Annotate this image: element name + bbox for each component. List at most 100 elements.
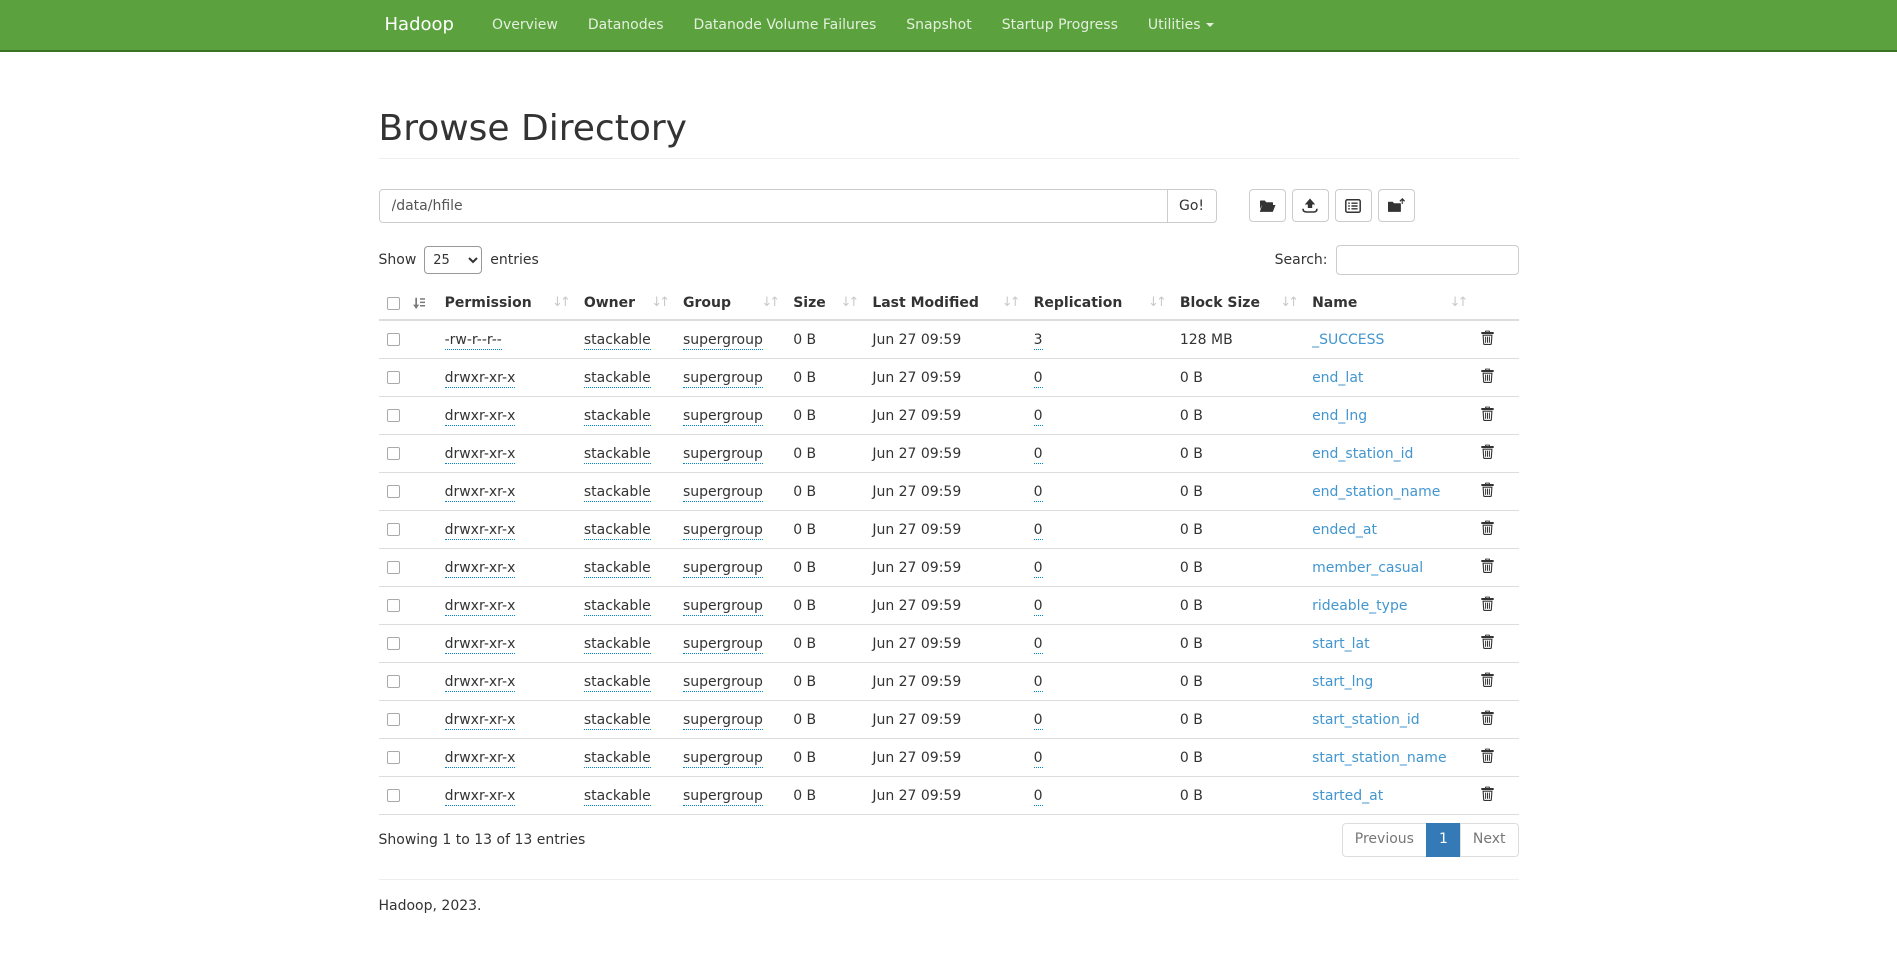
group-cell[interactable]: supergroup	[683, 750, 763, 768]
owner-cell[interactable]: stackable	[584, 636, 651, 654]
permission-cell[interactable]: drwxr-xr-x	[445, 788, 516, 806]
permission-cell[interactable]: drwxr-xr-x	[445, 370, 516, 388]
delete-button[interactable]	[1481, 748, 1494, 763]
owner-cell[interactable]: stackable	[584, 712, 651, 730]
row-checkbox[interactable]	[387, 789, 400, 802]
replication-cell[interactable]: 0	[1034, 446, 1043, 464]
file-link[interactable]: start_lng	[1312, 674, 1373, 690]
row-checkbox[interactable]	[387, 447, 400, 460]
column-header-replication[interactable]: ↓↑Replication	[1026, 287, 1172, 320]
search-input[interactable]	[1336, 245, 1519, 275]
group-cell[interactable]: supergroup	[683, 408, 763, 426]
delete-button[interactable]	[1481, 520, 1494, 535]
owner-cell[interactable]: stackable	[584, 408, 651, 426]
row-checkbox[interactable]	[387, 675, 400, 688]
delete-button[interactable]	[1481, 786, 1494, 801]
column-header-block-size[interactable]: ↓↑Block Size	[1172, 287, 1304, 320]
entries-select[interactable]: 25	[424, 246, 482, 274]
list-alt-button[interactable]	[1335, 189, 1372, 222]
file-link[interactable]: _SUCCESS	[1312, 332, 1384, 348]
replication-cell[interactable]: 0	[1034, 636, 1043, 654]
row-checkbox[interactable]	[387, 599, 400, 612]
nav-link-snapshot[interactable]: Snapshot	[891, 0, 986, 50]
owner-cell[interactable]: stackable	[584, 598, 651, 616]
permission-cell[interactable]: drwxr-xr-x	[445, 446, 516, 464]
permission-cell[interactable]: drwxr-xr-x	[445, 674, 516, 692]
permission-cell[interactable]: drwxr-xr-x	[445, 750, 516, 768]
replication-cell[interactable]: 0	[1034, 484, 1043, 502]
row-checkbox[interactable]	[387, 523, 400, 536]
column-header-name[interactable]: ↓↑Name	[1304, 287, 1473, 320]
owner-cell[interactable]: stackable	[584, 370, 651, 388]
file-link[interactable]: end_station_id	[1312, 446, 1413, 462]
row-checkbox[interactable]	[387, 713, 400, 726]
navbar-brand[interactable]: Hadoop	[379, 0, 469, 50]
column-header-permission[interactable]: ↓↑Permission	[437, 287, 576, 320]
column-header-size[interactable]: ↓↑Size	[785, 287, 864, 320]
replication-cell[interactable]: 0	[1034, 370, 1043, 388]
pagination-next[interactable]: Next	[1460, 823, 1519, 857]
create-directory-button[interactable]	[1249, 189, 1286, 222]
replication-cell[interactable]: 0	[1034, 408, 1043, 426]
group-cell[interactable]: supergroup	[683, 560, 763, 578]
permission-cell[interactable]: drwxr-xr-x	[445, 560, 516, 578]
permission-cell[interactable]: drwxr-xr-x	[445, 636, 516, 654]
delete-button[interactable]	[1481, 634, 1494, 649]
replication-cell[interactable]: 3	[1034, 332, 1043, 350]
owner-cell[interactable]: stackable	[584, 446, 651, 464]
owner-cell[interactable]: stackable	[584, 788, 651, 806]
nav-link-utilities[interactable]: Utilities	[1133, 0, 1229, 50]
replication-cell[interactable]: 0	[1034, 750, 1043, 768]
permission-cell[interactable]: -rw-r--r--	[445, 332, 502, 350]
replication-cell[interactable]: 0	[1034, 522, 1043, 540]
nav-link-startup-progress[interactable]: Startup Progress	[987, 0, 1133, 50]
delete-button[interactable]	[1481, 444, 1494, 459]
file-link[interactable]: ended_at	[1312, 522, 1377, 538]
column-header-owner[interactable]: ↓↑Owner	[576, 287, 675, 320]
delete-button[interactable]	[1481, 482, 1494, 497]
nav-link-overview[interactable]: Overview	[477, 0, 573, 50]
delete-button[interactable]	[1481, 710, 1494, 725]
owner-cell[interactable]: stackable	[584, 560, 651, 578]
replication-cell[interactable]: 0	[1034, 712, 1043, 730]
group-cell[interactable]: supergroup	[683, 674, 763, 692]
file-link[interactable]: end_station_name	[1312, 484, 1440, 500]
folder-move-button[interactable]	[1378, 189, 1415, 222]
delete-button[interactable]	[1481, 672, 1494, 687]
owner-cell[interactable]: stackable	[584, 750, 651, 768]
nav-link-datanodes[interactable]: Datanodes	[573, 0, 679, 50]
owner-cell[interactable]: stackable	[584, 674, 651, 692]
delete-button[interactable]	[1481, 330, 1494, 345]
group-cell[interactable]: supergroup	[683, 332, 763, 350]
go-button[interactable]: Go!	[1167, 189, 1217, 223]
permission-cell[interactable]: drwxr-xr-x	[445, 598, 516, 616]
group-cell[interactable]: supergroup	[683, 484, 763, 502]
column-header-last-modified[interactable]: ↓↑Last Modified	[864, 287, 1025, 320]
file-link[interactable]: end_lat	[1312, 370, 1363, 386]
group-cell[interactable]: supergroup	[683, 636, 763, 654]
group-cell[interactable]: supergroup	[683, 712, 763, 730]
delete-button[interactable]	[1481, 596, 1494, 611]
nav-link-datanode-volume-failures[interactable]: Datanode Volume Failures	[679, 0, 892, 50]
row-checkbox[interactable]	[387, 561, 400, 574]
owner-cell[interactable]: stackable	[584, 484, 651, 502]
owner-cell[interactable]: stackable	[584, 332, 651, 350]
row-checkbox[interactable]	[387, 637, 400, 650]
row-checkbox[interactable]	[387, 485, 400, 498]
pagination-previous[interactable]: Previous	[1342, 823, 1427, 857]
group-cell[interactable]: supergroup	[683, 370, 763, 388]
row-checkbox[interactable]	[387, 333, 400, 346]
file-link[interactable]: member_casual	[1312, 560, 1423, 576]
row-checkbox[interactable]	[387, 409, 400, 422]
permission-cell[interactable]: drwxr-xr-x	[445, 712, 516, 730]
group-cell[interactable]: supergroup	[683, 446, 763, 464]
owner-cell[interactable]: stackable	[584, 522, 651, 540]
delete-button[interactable]	[1481, 558, 1494, 573]
upload-files-button[interactable]	[1292, 189, 1329, 222]
column-header-group[interactable]: ↓↑Group	[675, 287, 785, 320]
select-all-checkbox[interactable]	[387, 297, 400, 310]
file-link[interactable]: start_station_id	[1312, 712, 1420, 728]
file-link[interactable]: start_station_name	[1312, 750, 1447, 766]
group-cell[interactable]: supergroup	[683, 788, 763, 806]
permission-cell[interactable]: drwxr-xr-x	[445, 408, 516, 426]
